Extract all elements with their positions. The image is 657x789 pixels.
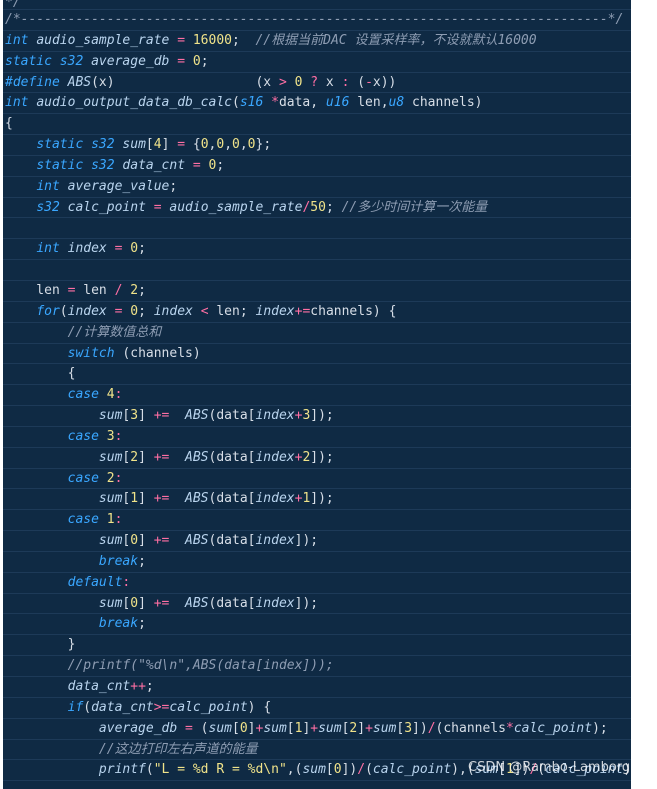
code-line: for(index = 0; index < len; index+=chann…: [3, 302, 631, 323]
code-line: }: [3, 635, 631, 657]
code-line: int audio_sample_rate = 16000; //根据当前DAC…: [3, 31, 631, 52]
code-lines: *//*------------------------------------…: [3, 0, 631, 782]
code-line: */: [3, 0, 631, 10]
code-line: break;: [3, 614, 631, 636]
watermark: CSDN @Rambo-Lamborghini: [468, 760, 654, 775]
code-line: break;: [3, 552, 631, 573]
code-line: default:: [3, 573, 631, 594]
code-line: case 2:: [3, 469, 631, 490]
code-line: average_db = (sum[0]+sum[1]+sum[2]+sum[3…: [3, 719, 631, 740]
code-editor[interactable]: *//*------------------------------------…: [3, 0, 631, 789]
code-line: case 1:: [3, 510, 631, 532]
code-line: static s32 average_db = 0;: [3, 52, 631, 73]
code-line: //printf("%d\n",ABS(data[index]));: [3, 656, 631, 677]
code-line: //这边打印左右声道的能量: [3, 740, 631, 761]
code-line: /*--------------------------------------…: [3, 10, 631, 31]
code-line: if(data_cnt>=calc_point) {: [3, 698, 631, 719]
code-line: len = len / 2;: [3, 281, 631, 302]
code-line: int index = 0;: [3, 239, 631, 261]
code-line: switch (channels): [3, 344, 631, 365]
code-line: sum[0] += ABS(data[index]);: [3, 594, 631, 615]
code-line: [3, 218, 631, 240]
code-line: case 4:: [3, 385, 631, 407]
code-line: {: [3, 364, 631, 386]
code-line: sum[1] += ABS(data[index+1]);: [3, 489, 631, 511]
code-line: s32 calc_point = audio_sample_rate/50; /…: [3, 198, 631, 219]
code-line: //计算数值总和: [3, 323, 631, 344]
code-line: #define ABS(x) (x > 0 ? x : (-x)): [3, 73, 631, 94]
page-margin: [631, 0, 657, 789]
code-line: sum[3] += ABS(data[index+3]);: [3, 406, 631, 427]
code-line: static s32 data_cnt = 0;: [3, 156, 631, 177]
code-line: int audio_output_data_db_calc(s16 *data,…: [3, 93, 631, 115]
code-line: {: [3, 114, 631, 136]
code-line: sum[2] += ABS(data[index+2]);: [3, 448, 631, 469]
code-line: sum[0] += ABS(data[index]);: [3, 531, 631, 552]
code-line: static s32 sum[4] = {0,0,0,0};: [3, 135, 631, 156]
code-line: int average_value;: [3, 177, 631, 198]
code-line: data_cnt++;: [3, 677, 631, 698]
code-line: [3, 260, 631, 281]
code-line: case 3:: [3, 427, 631, 448]
